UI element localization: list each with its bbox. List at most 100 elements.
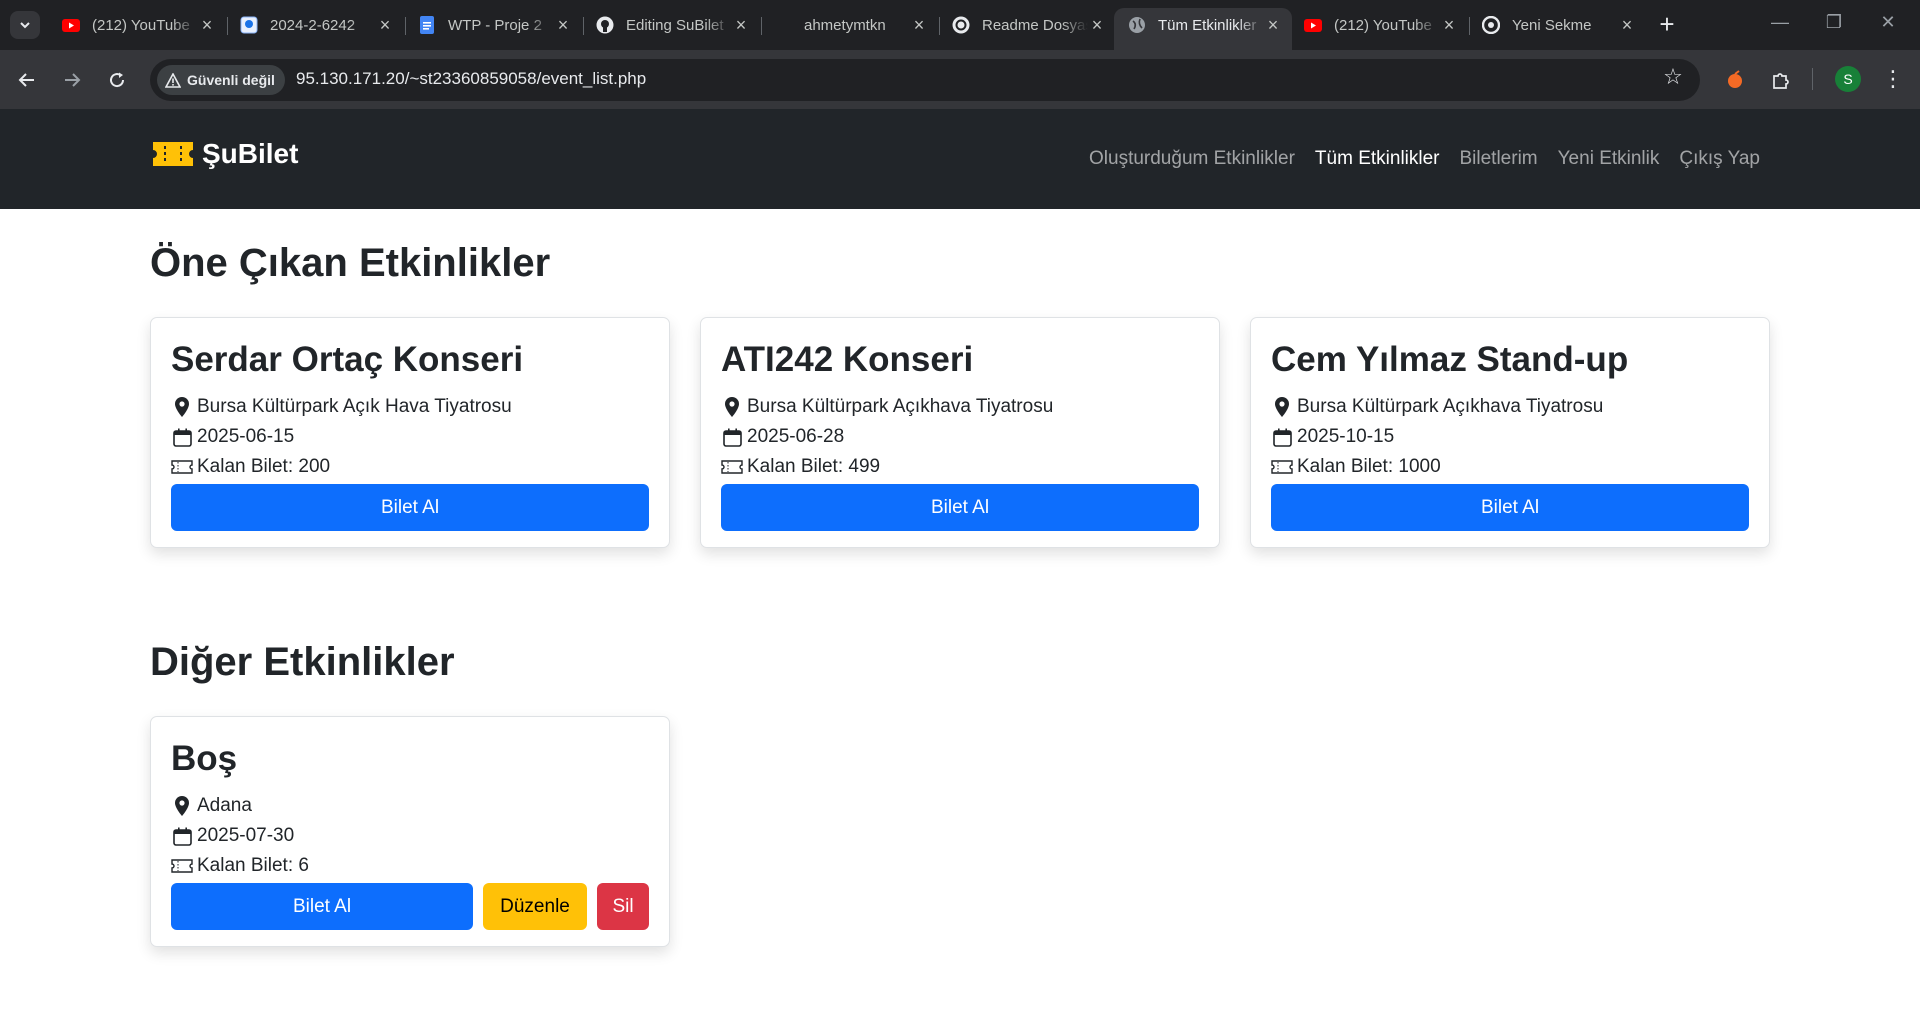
- nav-new-event[interactable]: Yeni Etkinlik: [1558, 148, 1660, 170]
- event-location-text: Adana: [197, 795, 252, 816]
- event-remaining-text: Kalan Bilet: 499: [747, 456, 881, 477]
- document-icon: [240, 16, 258, 34]
- close-icon[interactable]: ×: [1088, 15, 1106, 36]
- event-remaining-text: Kalan Bilet: 1000: [1297, 456, 1441, 477]
- close-icon[interactable]: ×: [198, 15, 216, 36]
- event-title: Cem Yılmaz Stand-up: [1271, 340, 1629, 379]
- event-location: Bursa Kültürpark Açıkhava Tiyatrosu: [1271, 392, 1749, 422]
- tab-title: Readme Dosyası: [982, 16, 1088, 34]
- event-remaining: Kalan Bilet: 499: [721, 452, 1199, 482]
- profile-avatar[interactable]: S: [1835, 66, 1861, 92]
- other-section-title: Diğer Etkinlikler: [150, 640, 455, 684]
- event-location-text: Bursa Kültürpark Açıkhava Tiyatrosu: [747, 396, 1054, 417]
- browser-tab[interactable]: WTP - Proje 2 ×: [404, 8, 582, 42]
- event-date: 2025-07-30: [171, 821, 649, 851]
- featured-section-title: Öne Çıkan Etkinlikler: [150, 241, 551, 285]
- chatgpt-icon: [952, 16, 970, 34]
- arrow-left-icon: [18, 73, 34, 87]
- browser-tab[interactable]: Readme Dosyası ×: [938, 8, 1116, 42]
- tab-title: ahmetymtkn: [804, 16, 886, 34]
- youtube-icon: [62, 16, 80, 34]
- browser-tab-active[interactable]: Tüm Etkinlikler ×: [1114, 8, 1292, 50]
- close-icon[interactable]: ×: [910, 15, 928, 36]
- browser-tab[interactable]: 2024-2-6242 ×: [226, 8, 404, 42]
- chrome-icon: [1482, 16, 1500, 34]
- ticket-icon: [1271, 457, 1293, 477]
- buy-ticket-button[interactable]: Bilet Al: [721, 484, 1199, 531]
- edit-event-button[interactable]: Düzenle: [483, 883, 587, 930]
- event-date-text: 2025-06-15: [197, 426, 295, 447]
- url-text[interactable]: 95.130.171.20/~st23360859058/event_list.…: [296, 69, 646, 89]
- reload-button[interactable]: [102, 65, 132, 95]
- browser-tab-strip: (212) YouTube × 2024-2-6242 × WTP - Proj…: [0, 0, 1920, 50]
- tab-title: Yeni Sekme: [1512, 16, 1592, 34]
- extension-icon[interactable]: [1720, 65, 1750, 95]
- close-window-button[interactable]: ✕: [1868, 12, 1908, 33]
- browser-tab[interactable]: (212) YouTube ×: [1290, 8, 1468, 42]
- toolbar-divider: [1812, 68, 1813, 90]
- menu-kebab-icon[interactable]: ⋮: [1878, 64, 1908, 94]
- browser-tab[interactable]: (212) YouTube ×: [48, 8, 226, 42]
- chevron-down-icon: [20, 22, 30, 29]
- google-docs-icon: [418, 16, 436, 34]
- brand-name: ŞuBilet: [202, 138, 299, 169]
- nav-my-tickets[interactable]: Biletlerim: [1460, 148, 1538, 170]
- event-remaining-text: Kalan Bilet: 200: [197, 456, 331, 477]
- tab-title: Tüm Etkinlikler: [1158, 16, 1257, 34]
- youtube-icon: [1304, 16, 1322, 34]
- calendar-icon: [171, 826, 193, 846]
- ticket-icon: [171, 856, 193, 876]
- nav-logout[interactable]: Çıkış Yap: [1679, 148, 1760, 170]
- event-location: Bursa Kültürpark Açıkhava Tiyatrosu: [721, 392, 1199, 422]
- close-icon[interactable]: ×: [376, 15, 394, 36]
- close-icon[interactable]: ×: [554, 15, 572, 36]
- browser-tab[interactable]: Editing SuBilet ×: [582, 8, 760, 42]
- tab-title: 2024-2-6242: [270, 16, 356, 34]
- event-title: ATI242 Konseri: [721, 340, 974, 379]
- event-date-text: 2025-07-30: [197, 825, 295, 846]
- warning-icon: [165, 72, 181, 88]
- brand-link[interactable]: ŞuBilet: [150, 138, 298, 170]
- event-title: Boş: [171, 739, 238, 778]
- browser-tab[interactable]: ahmetymtkn ×: [760, 8, 938, 42]
- nav-created-events[interactable]: Oluşturduğum Etkinlikler: [1089, 148, 1295, 170]
- tab-search-button[interactable]: [10, 11, 40, 39]
- github-icon: [596, 16, 614, 34]
- event-card: Serdar Ortaç Konseri Bursa Kültürpark Aç…: [150, 317, 670, 548]
- reload-icon: [110, 72, 125, 88]
- restore-button[interactable]: ❐: [1814, 12, 1854, 33]
- event-remaining: Kalan Bilet: 200: [171, 452, 649, 482]
- close-icon[interactable]: ×: [1264, 15, 1282, 36]
- close-icon[interactable]: ×: [732, 15, 750, 36]
- security-chip[interactable]: Güvenli değil: [157, 65, 285, 95]
- event-date-text: 2025-10-15: [1297, 426, 1395, 447]
- minimize-button[interactable]: —: [1760, 12, 1800, 33]
- bookmark-star-icon[interactable]: ☆: [1658, 64, 1688, 94]
- delete-event-button[interactable]: Sil: [597, 883, 649, 930]
- browser-tab[interactable]: Yeni Sekme ×: [1468, 8, 1646, 42]
- ticket-icon: [171, 457, 193, 477]
- buy-ticket-button[interactable]: Bilet Al: [171, 883, 473, 930]
- close-icon[interactable]: ×: [1618, 15, 1636, 36]
- tab-title: WTP - Proje 2: [448, 16, 542, 34]
- buy-ticket-button[interactable]: Bilet Al: [171, 484, 649, 531]
- tab-title: (212) YouTube: [1334, 16, 1432, 34]
- new-tab-button[interactable]: +: [1652, 10, 1682, 40]
- back-button[interactable]: [12, 65, 42, 95]
- event-card: Boş Adana 2025-07-30 Kalan Bilet: 6 Bile…: [150, 716, 670, 947]
- close-icon[interactable]: ×: [1440, 15, 1458, 36]
- calendar-icon: [721, 427, 743, 447]
- map-pin-icon: [171, 397, 193, 417]
- calendar-icon: [171, 427, 193, 447]
- nav-all-events[interactable]: Tüm Etkinlikler: [1315, 148, 1440, 170]
- forward-button[interactable]: [57, 65, 87, 95]
- ticket-logo-icon: [153, 142, 193, 166]
- extensions-puzzle-icon[interactable]: [1766, 65, 1796, 95]
- buy-ticket-button[interactable]: Bilet Al: [1271, 484, 1749, 531]
- nav-links: Oluşturduğum Etkinlikler Tüm Etkinlikler…: [1089, 148, 1760, 170]
- map-pin-icon: [171, 796, 193, 816]
- event-location: Adana: [171, 791, 649, 821]
- event-date: 2025-06-15: [171, 422, 649, 452]
- event-remaining: Kalan Bilet: 6: [171, 851, 649, 881]
- event-card: ATI242 Konseri Bursa Kültürpark Açıkhava…: [700, 317, 1220, 548]
